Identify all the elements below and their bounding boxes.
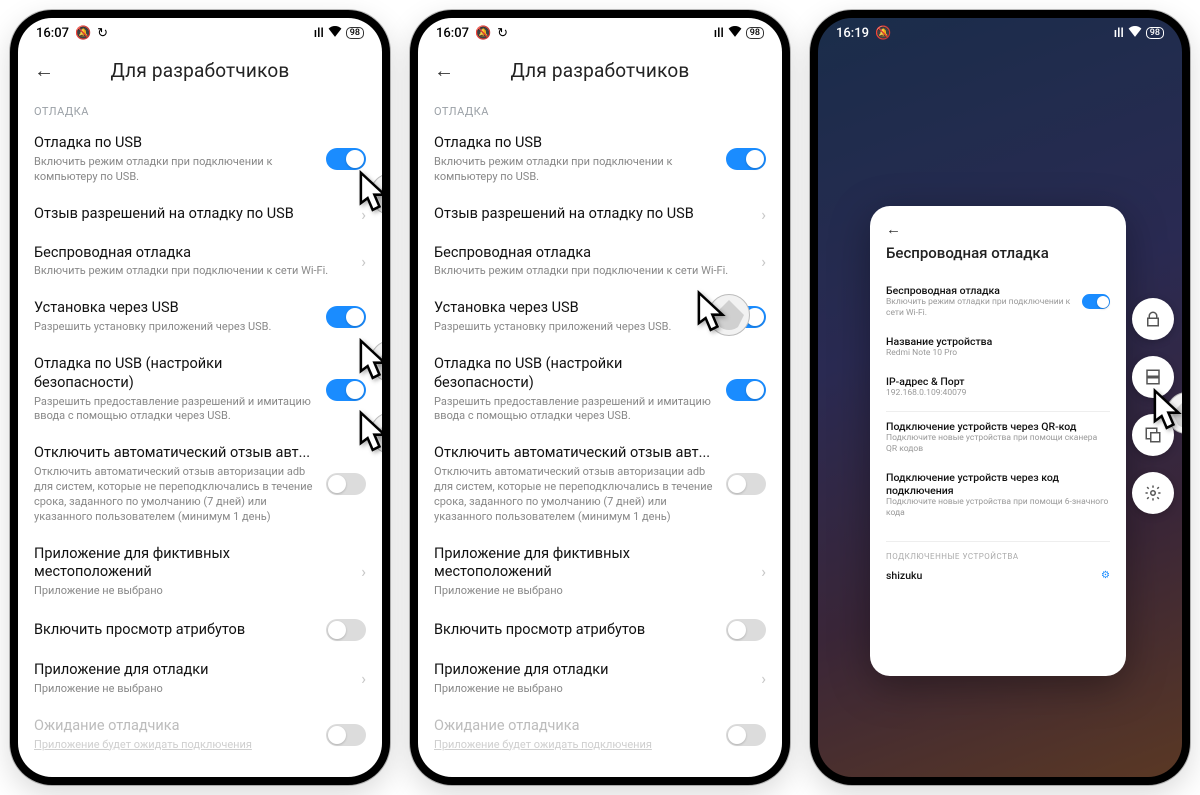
card-title: Беспроводная отладка	[886, 244, 1110, 262]
sync-icon: ↻	[97, 26, 108, 41]
status-time: 16:07	[36, 26, 69, 41]
row-connected-device[interactable]: shizuku ⚙	[886, 561, 1110, 590]
row-usb-debug[interactable]: Отладка по USB Включить режим отладки пр…	[34, 124, 366, 195]
chevron-right-icon: ›	[761, 669, 766, 688]
wifi-icon	[328, 25, 342, 41]
row-ip-port[interactable]: IP-адрес & Порт 192.168.0.109:40079	[886, 367, 1110, 407]
back-button[interactable]: ←	[434, 58, 464, 83]
toggle-auto-revoke[interactable]	[726, 473, 766, 495]
status-bar: 16:07 🔕 ↻ ıll 98	[18, 18, 382, 48]
wifi-icon	[728, 25, 742, 41]
recents-side-buttons	[1132, 298, 1174, 514]
toggle-usb-debug[interactable]	[326, 148, 366, 170]
back-button[interactable]: ←	[34, 58, 64, 83]
row-wait-debugger: Ожидание отладчика Приложение будет ожид…	[434, 707, 766, 763]
toggle-usb-security[interactable]	[326, 379, 366, 401]
chevron-right-icon: ›	[361, 669, 366, 688]
row-view-attributes[interactable]: Включить просмотр атрибутов	[434, 609, 766, 651]
toggle-wait-debugger	[726, 724, 766, 746]
recents-card-wireless-debug[interactable]: ← Беспроводная отладка Беспроводная отла…	[870, 206, 1126, 676]
row-wireless-debug[interactable]: Беспроводная отладка Включить режим отла…	[34, 234, 366, 290]
row-install-usb[interactable]: Установка через USB Разрешить установку …	[434, 289, 766, 345]
dnd-icon: 🔕	[875, 26, 891, 41]
toggle-install-usb[interactable]	[326, 306, 366, 328]
toggle-view-attributes[interactable]	[726, 619, 766, 641]
row-usb-debug[interactable]: Отладка по USB Включить режим отладки пр…	[434, 124, 766, 195]
row-pair-qr[interactable]: Подключение устройств через QR-код Подкл…	[886, 412, 1110, 463]
phone-frame-1: 16:07 🔕 ↻ ıll 98 ← Для разработчиков ОТЛ…	[10, 10, 390, 785]
chevron-right-icon: ›	[761, 562, 766, 581]
chevron-right-icon: ›	[761, 205, 766, 224]
row-usb-security[interactable]: Отладка по USB (настройки безопасности) …	[34, 345, 366, 434]
status-time: 16:19	[836, 26, 869, 41]
chevron-right-icon: ›	[761, 252, 766, 271]
toggle-usb-debug[interactable]	[726, 148, 766, 170]
row-revoke-usb[interactable]: Отзыв разрешений на отладку по USB ›	[434, 195, 766, 234]
chevron-right-icon: ›	[361, 205, 366, 224]
row-pair-code[interactable]: Подключение устройств через код подключе…	[886, 463, 1110, 527]
chevron-right-icon: ›	[361, 562, 366, 581]
battery-icon: 98	[1146, 27, 1164, 39]
battery-icon: 98	[746, 27, 764, 39]
row-debug-app[interactable]: Приложение для отладки Приложение не выб…	[34, 651, 366, 707]
row-mock-location[interactable]: Приложение для фиктивных местоположений …	[434, 535, 766, 610]
connected-devices-label: ПОДКЛЮЧЕННЫЕ УСТРОЙСТВА	[886, 541, 1110, 561]
section-debug-label: ОТЛАДКА	[434, 95, 766, 124]
section-debug-label: ОТЛАДКА	[34, 95, 366, 124]
screen-1: 16:07 🔕 ↻ ıll 98 ← Для разработчиков ОТЛ…	[18, 18, 382, 777]
toggle-view-attributes[interactable]	[326, 619, 366, 641]
row-usb-security[interactable]: Отладка по USB (настройки безопасности) …	[434, 345, 766, 434]
wifi-icon	[1128, 25, 1142, 41]
battery-icon: 98	[346, 27, 364, 39]
screen-3-recents: 16:19 🔕 ıll 98 ← Беспроводная отладка Бе…	[818, 18, 1182, 777]
phone-frame-3: 16:19 🔕 ıll 98 ← Беспроводная отладка Бе…	[810, 10, 1190, 785]
settings-button[interactable]	[1132, 472, 1174, 514]
toggle-install-usb[interactable]	[726, 306, 766, 328]
row-debug-app[interactable]: Приложение для отладки Приложение не выб…	[434, 651, 766, 707]
floating-window-button[interactable]	[1132, 414, 1174, 456]
split-screen-button[interactable]	[1132, 356, 1174, 398]
row-wireless-debug[interactable]: Беспроводная отладка Включить режим отла…	[434, 234, 766, 290]
toggle-wait-debugger	[326, 724, 366, 746]
signal-icon: ıll	[314, 26, 324, 41]
page-title: Для разработчиков	[464, 59, 736, 82]
row-wireless-debug-toggle[interactable]: Беспроводная отладка Включить режим отла…	[886, 276, 1110, 327]
signal-icon: ıll	[714, 26, 724, 41]
page-title: Для разработчиков	[64, 59, 336, 82]
row-view-attributes[interactable]: Включить просмотр атрибутов	[34, 609, 366, 651]
row-auto-revoke[interactable]: Отключить автоматический отзыв авт... От…	[34, 434, 366, 534]
toggle-wireless-debug[interactable]	[1082, 294, 1110, 309]
dnd-icon: 🔕	[475, 26, 491, 41]
row-wait-debugger: Ожидание отладчика Приложение будет ожид…	[34, 707, 366, 763]
gear-icon[interactable]: ⚙	[1101, 570, 1110, 581]
lock-button[interactable]	[1132, 298, 1174, 340]
screen-2: 16:07 🔕 ↻ ıll 98 ← Для разработчиков ОТЛ…	[418, 18, 782, 777]
status-time: 16:07	[436, 26, 469, 41]
row-revoke-usb[interactable]: Отзыв разрешений на отладку по USB ›	[34, 195, 366, 234]
row-mock-location[interactable]: Приложение для фиктивных местоположений …	[34, 535, 366, 610]
row-device-name[interactable]: Название устройства Redmi Note 10 Pro	[886, 327, 1110, 367]
phone-frame-2: 16:07 🔕 ↻ ıll 98 ← Для разработчиков ОТЛ…	[410, 10, 790, 785]
row-auto-revoke[interactable]: Отключить автоматический отзыв авт... От…	[434, 434, 766, 534]
toggle-usb-security[interactable]	[726, 379, 766, 401]
status-bar: 16:19 🔕 ıll 98	[818, 18, 1182, 48]
dnd-icon: 🔕	[75, 26, 91, 41]
toggle-auto-revoke[interactable]	[326, 473, 366, 495]
row-install-usb[interactable]: Установка через USB Разрешить установку …	[34, 289, 366, 345]
status-bar: 16:07 🔕 ↻ ıll 98	[418, 18, 782, 48]
sync-icon: ↻	[497, 26, 508, 41]
chevron-right-icon: ›	[361, 252, 366, 271]
signal-icon: ıll	[1114, 26, 1124, 41]
back-button[interactable]: ←	[886, 220, 916, 238]
